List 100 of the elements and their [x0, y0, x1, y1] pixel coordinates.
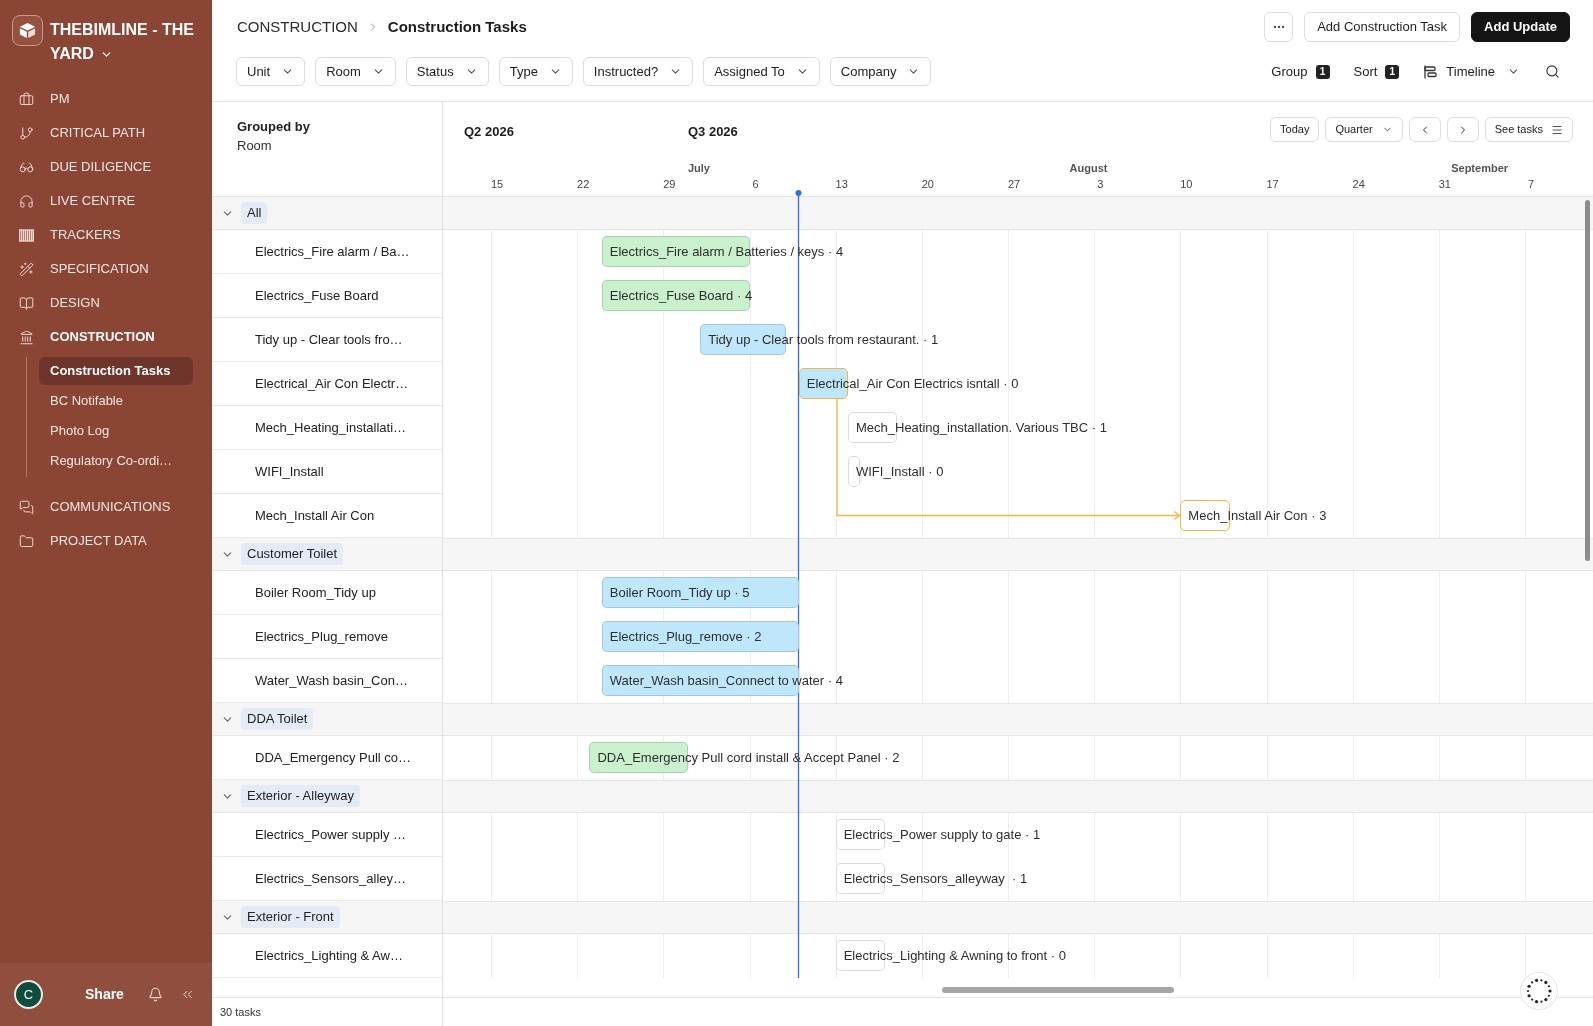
folder-icon	[19, 533, 34, 549]
task-name[interactable]: WIFI_Install	[255, 461, 324, 482]
task-name[interactable]: Electrics_Lighting & Aw…	[255, 945, 403, 966]
task-bar[interactable]: Electrics_Plug_remove · 2	[601, 621, 799, 652]
grouped-by-label: Grouped by	[237, 118, 311, 136]
user-avatar[interactable]: C	[14, 980, 43, 1009]
filter-dropdown[interactable]: Instructed?	[582, 57, 694, 86]
count-badge: 1	[1315, 64, 1330, 79]
sidebar-nav-item[interactable]: DUE DILIGENCE	[0, 150, 212, 184]
action-button[interactable]: Add Update	[1471, 12, 1570, 42]
sidebar-sub-item[interactable]: Regulatory Co-ordi…	[39, 447, 193, 475]
week-label: 15	[490, 177, 504, 192]
task-bar[interactable]: Electrics_Fuse Board · 4	[601, 280, 750, 311]
search-icon[interactable]	[1545, 64, 1560, 79]
gantt-icon	[1422, 63, 1439, 80]
bell-icon[interactable]	[147, 987, 163, 1002]
scale-dropdown[interactable]: Quarter	[1325, 117, 1403, 142]
sidebar-nav-item[interactable]: COMMUNICATIONS	[0, 490, 212, 524]
filter-dropdown[interactable]: Type	[498, 57, 573, 86]
task-bar-label: Electrics_Plug_remove · 2	[609, 627, 762, 646]
today-button[interactable]: Today	[1270, 117, 1320, 142]
task-name[interactable]: Electrics_Plug_remove	[255, 626, 388, 647]
task-bar-label: Electrics_Fuse Board · 4	[609, 286, 753, 305]
sidebar-nav-item[interactable]: LIVE CENTRE	[0, 184, 212, 218]
vertical-scrollbar-thumb[interactable]	[1585, 200, 1590, 561]
briefcase-icon	[19, 91, 34, 107]
week-label: 3	[1097, 177, 1104, 192]
week-label: 13	[835, 177, 848, 192]
week-label: 27	[1007, 177, 1021, 192]
breadcrumb-link[interactable]: CONSTRUCTION	[237, 15, 358, 39]
sidebar-sub-item[interactable]: BC Notifable	[39, 387, 193, 415]
sidebar-nav-item[interactable]: TRACKERS	[0, 218, 212, 252]
sidebar-nav-item[interactable]: SPECIFICATION	[0, 252, 212, 286]
week-label: 31	[1438, 177, 1451, 192]
filter-dropdown[interactable]: Status	[405, 57, 489, 86]
week-label: 20	[921, 177, 934, 192]
task-bar-label: Electrics_Lighting & Awning to front · 0	[843, 946, 1066, 965]
week-label: 10	[1180, 177, 1193, 192]
task-name[interactable]: Electrics_Fuse Board	[255, 285, 379, 306]
headphones-icon	[19, 193, 34, 209]
columns-building-icon	[19, 329, 34, 345]
group-label: All	[241, 202, 268, 224]
see-tasks-button[interactable]: See tasks	[1484, 117, 1573, 142]
task-name[interactable]: Water_Wash basin_Con…	[255, 670, 408, 691]
quarter-label: Q2 2026	[464, 123, 514, 141]
menu-icon	[1551, 123, 1563, 136]
branch-icon	[19, 125, 34, 141]
sidebar-nav-item[interactable]: DESIGN	[0, 286, 212, 320]
filter-dropdown[interactable]: Assigned To	[703, 57, 820, 86]
week-label: 29	[663, 177, 676, 192]
open-book-icon	[19, 295, 34, 311]
task-bar-label: Electrics_Sensors_alleyway · 1	[843, 869, 1028, 888]
horizontal-scrollbar-thumb[interactable]	[942, 987, 1174, 993]
filter-dropdown[interactable]: Unit	[236, 57, 306, 86]
filter-dropdown[interactable]: Room	[315, 57, 396, 86]
group-label: Exterior - Front	[241, 906, 340, 928]
month-label: September	[1451, 161, 1509, 176]
task-name[interactable]: Electrical_Air Con Electr…	[255, 373, 409, 394]
action-button[interactable]: Add Construction Task	[1304, 12, 1461, 42]
month-label: July	[687, 161, 710, 176]
sidebar-sub-item[interactable]: Construction Tasks	[39, 357, 193, 385]
task-name[interactable]: Electrics_Sensors_alley…	[255, 868, 406, 889]
magic-wand-icon	[19, 261, 34, 277]
sidebar-nav-item[interactable]: PM	[0, 82, 212, 116]
workspace-switcher[interactable]: THEBIMLINE - THE YARD	[50, 15, 206, 66]
group-button[interactable]: Group 1	[1271, 61, 1330, 82]
week-label: 22	[577, 177, 590, 192]
grouped-by-value: Room	[237, 137, 273, 155]
week-label: 6	[752, 177, 759, 192]
sidebar-nav-item[interactable]: CONSTRUCTION	[0, 320, 212, 354]
sort-button[interactable]: Sort 1	[1353, 61, 1400, 82]
page-title: Construction Tasks	[387, 16, 527, 37]
filter-dropdown[interactable]: Company	[829, 57, 932, 86]
group-label: Exterior - Alleyway	[241, 785, 360, 807]
task-name[interactable]: Electrics_Fire alarm / Ba…	[255, 241, 410, 262]
task-name[interactable]: Electrics_Power supply …	[255, 824, 406, 845]
month-label: August	[1069, 161, 1108, 176]
task-count: 30 tasks	[220, 1004, 261, 1020]
group-label: DDA Toilet	[241, 708, 314, 730]
count-badge: 1	[1385, 64, 1400, 79]
cube-logo-icon[interactable]	[12, 15, 43, 46]
task-bar-label: Water_Wash basin_Connect to water · 4	[609, 671, 843, 690]
task-name[interactable]: DDA_Emergency Pull co…	[255, 747, 412, 768]
task-name[interactable]: Tidy up - Clear tools fro…	[255, 329, 403, 350]
layout-dropdown[interactable]: Timeline	[1422, 61, 1520, 82]
share-button[interactable]: Share	[85, 984, 124, 1005]
barcode-icon	[19, 227, 34, 243]
task-name[interactable]: Mech_Heating_installati…	[255, 417, 407, 438]
chat-bubbles-icon	[19, 499, 34, 515]
sidebar-nav-item[interactable]: CRITICAL PATH	[0, 116, 212, 150]
task-bar-label: Mech_Heating_installation. Various TBC · 1	[856, 418, 1107, 437]
task-name[interactable]: Boiler Room_Tidy up	[255, 582, 376, 603]
task-bar-label: Electrics_Power supply to gate · 1	[843, 825, 1041, 844]
task-bar-label: Boiler Room_Tidy up · 5	[609, 583, 750, 602]
sidebar-sub-item[interactable]: Photo Log	[39, 417, 193, 445]
week-label: 24	[1352, 177, 1365, 192]
sidebar-nav-item[interactable]: PROJECT DATA	[0, 524, 212, 558]
task-bar[interactable]: Boiler Room_Tidy up · 5	[601, 577, 799, 608]
week-label: 17	[1266, 177, 1279, 192]
task-name[interactable]: Mech_Install Air Con	[255, 505, 375, 526]
